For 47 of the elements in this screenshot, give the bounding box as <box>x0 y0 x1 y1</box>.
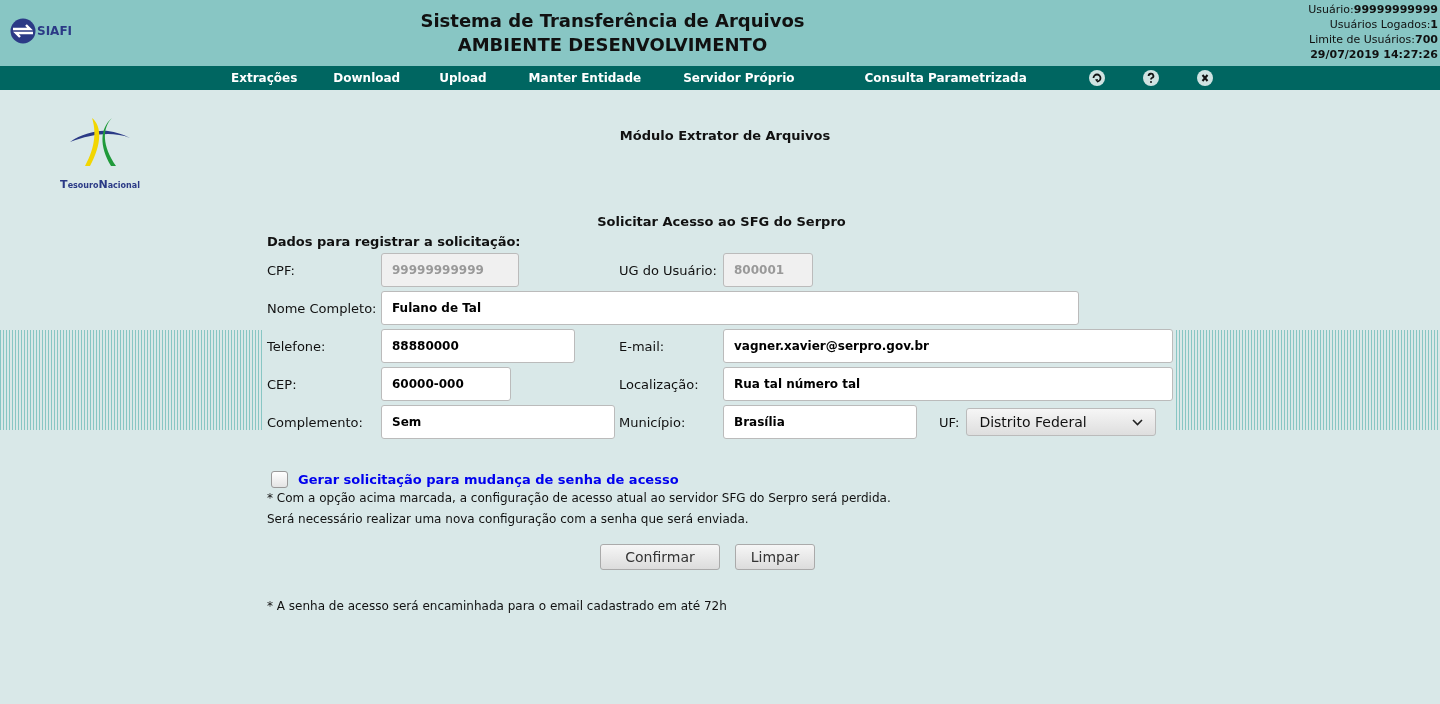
field-label: Localização: <box>619 376 700 392</box>
session-info: Usuários Logados:1 <box>1328 17 1438 32</box>
nav-link[interactable]: Manter Entidade <box>528 71 642 85</box>
close-icon[interactable] <box>1196 70 1213 86</box>
nav-link[interactable]: Extrações <box>231 71 298 85</box>
form-button[interactable]: Limpar <box>735 544 815 570</box>
state-select[interactable]: Distrito Federal <box>966 408 1157 436</box>
field-label: CEP: <box>267 376 298 392</box>
chevron-icon <box>1132 418 1144 426</box>
field-label: E-mail: <box>619 338 666 354</box>
date-time: 29/07/2019 14:27:26 <box>1309 47 1438 62</box>
text-field[interactable]: 88880000 <box>381 329 575 363</box>
environment-title: AMBIENTE DESENVOLVIMENTO <box>456 33 769 57</box>
note-text: Será necessário realizar uma nova configuração com a senha que será enviada. <box>267 511 750 528</box>
checkbox-label[interactable]: Gerar solicitação para mudança de senha de acesso <box>298 472 679 487</box>
help-icon[interactable] <box>1142 70 1159 86</box>
section-heading: Dados para registrar a solicitação: <box>267 234 522 249</box>
field-label: CPF: <box>267 262 296 278</box>
field-label: UG do Usuário: <box>619 262 718 278</box>
text-field[interactable]: vagner.xavier@serpro.gov.br <box>723 329 1173 363</box>
nav-link[interactable]: Servidor Próprio <box>683 71 795 85</box>
system-title: Sistema de Transferência de Arquivos <box>419 9 806 33</box>
siafi-logo-icon <box>10 18 36 44</box>
footnote-text: * A senha de acesso será encaminhada para o email cadastrado em até 72h <box>267 599 728 613</box>
field-label: Telefone: <box>267 338 327 354</box>
field-label: Nome Completo: <box>267 300 378 316</box>
siafi-logo-text: SIAFI <box>37 24 73 38</box>
text-field[interactable]: 60000-000 <box>381 367 511 401</box>
nav-link[interactable]: Upload <box>439 71 487 85</box>
text-field[interactable]: Rua tal número tal <box>723 367 1173 401</box>
refresh-icon[interactable] <box>1088 70 1105 86</box>
text-field[interactable]: Brasília <box>723 405 917 439</box>
module-title: Módulo Extrator de Arquivos <box>618 128 832 143</box>
text-field[interactable]: Sem <box>381 405 615 439</box>
field-label: UF: <box>939 414 960 430</box>
field-label: Complemento: <box>267 414 364 430</box>
checkbox[interactable] <box>271 471 288 488</box>
nav-link[interactable]: Download <box>333 71 401 85</box>
session-info: Usuário:99999999999 <box>1307 2 1438 17</box>
form-title: Solicitar Acesso ao SFG do Serpro <box>596 214 847 229</box>
field-label: Município: <box>619 414 687 430</box>
text-field[interactable]: Fulano de Tal <box>381 291 1079 325</box>
nav-link[interactable]: Consulta Parametrizada <box>864 71 1027 85</box>
form-button[interactable]: Confirmar <box>600 544 720 570</box>
tesouro-nacional-logo-text: TesouroNacional <box>60 177 140 191</box>
note-text: * Com a opção acima marcada, a configuração de acesso atual ao servidor SFG do Serpro será perdida. <box>267 490 892 507</box>
session-info: Limite de Usuários:700 <box>1308 32 1438 47</box>
